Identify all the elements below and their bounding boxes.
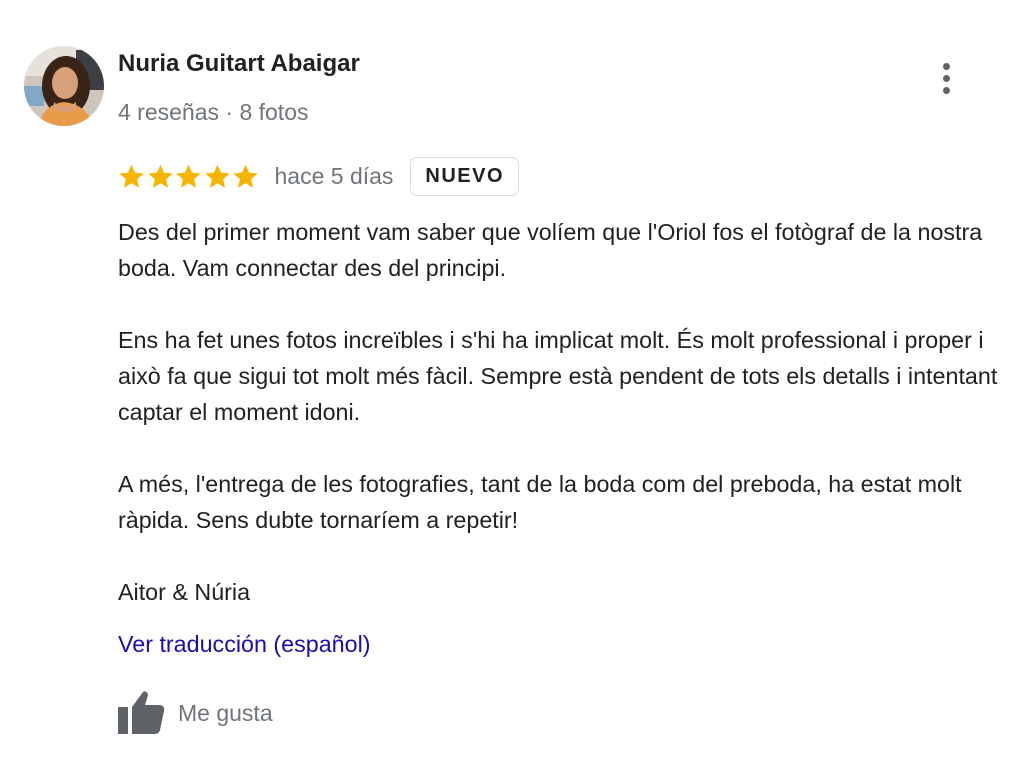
review-paragraph: Aitor & Núria xyxy=(118,579,251,605)
avatar[interactable] xyxy=(24,46,104,126)
star-icon xyxy=(233,164,258,188)
review-paragraph: Ens ha fet unes fotos increïbles i s'hi … xyxy=(118,327,998,425)
rating-row: hace 5 días NUEVO xyxy=(118,155,520,197)
star-icon xyxy=(176,164,201,188)
star-icon xyxy=(119,164,144,188)
new-badge: NUEVO xyxy=(410,156,520,196)
review-card: Nuria Guitart Abaigar 4 reseñas · 8 foto… xyxy=(0,0,1016,782)
review-text: Des del primer moment vam saber que volí… xyxy=(118,214,1010,610)
translate-link[interactable]: Ver traducción (español) xyxy=(118,631,371,658)
like-label: Me gusta xyxy=(178,699,273,726)
more-options-button[interactable] xyxy=(928,56,964,100)
author-stats[interactable]: 4 reseñas · 8 fotos xyxy=(118,99,309,126)
star-icon xyxy=(147,164,173,188)
review-time: hace 5 días xyxy=(274,162,394,189)
like-button[interactable]: Me gusta xyxy=(116,690,273,736)
review-paragraph: A més, l'entrega de les fotografies, tan… xyxy=(118,471,962,533)
avatar-photo xyxy=(24,46,104,126)
star-icon xyxy=(204,164,230,188)
author-name[interactable]: Nuria Guitart Abaigar xyxy=(118,50,360,78)
thumb-up-icon xyxy=(118,691,165,734)
star-rating xyxy=(118,163,261,190)
review-paragraph: Des del primer moment vam saber que volí… xyxy=(118,219,983,281)
more-vert-icon xyxy=(942,62,950,70)
